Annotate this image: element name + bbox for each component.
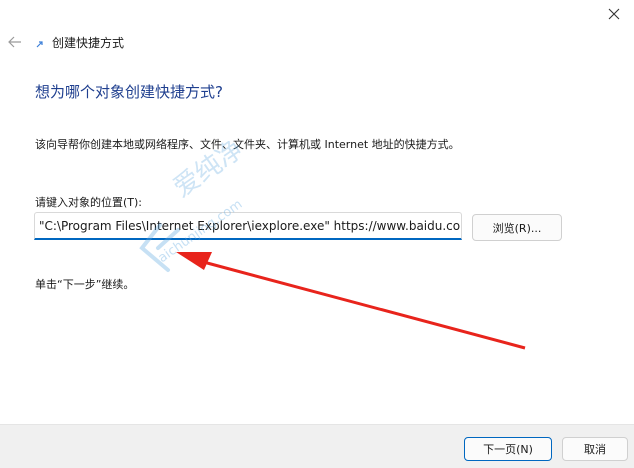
back-button[interactable]	[2, 30, 28, 54]
shortcut-icon	[36, 41, 43, 48]
cancel-button[interactable]: 取消	[562, 437, 628, 461]
location-input[interactable]	[34, 212, 462, 240]
browse-button[interactable]: 浏览(R)...	[472, 214, 562, 241]
wizard-footer: 下一页(N) 取消	[0, 424, 634, 468]
continue-hint: 单击“下一步”继续。	[35, 278, 135, 291]
close-button[interactable]	[594, 0, 634, 28]
window-title: 创建快捷方式	[52, 35, 125, 50]
wizard-header: 创建快捷方式	[0, 30, 124, 54]
watermark-logo: 爱纯净 aichunjing.com	[139, 134, 249, 272]
back-arrow-icon	[8, 36, 21, 48]
wizard-description: 该向导帮你创建本地或网络程序、文件、文件夹、计算机或 Internet 地址的快…	[35, 138, 460, 151]
close-icon	[608, 8, 620, 20]
wizard-question: 想为哪个对象创建快捷方式?	[35, 83, 223, 101]
next-button[interactable]: 下一页(N)	[464, 437, 552, 461]
location-label: 请键入对象的位置(T):	[35, 196, 143, 209]
create-shortcut-window: 创建快捷方式 想为哪个对象创建快捷方式? 该向导帮你创建本地或网络程序、文件、文…	[0, 0, 634, 468]
